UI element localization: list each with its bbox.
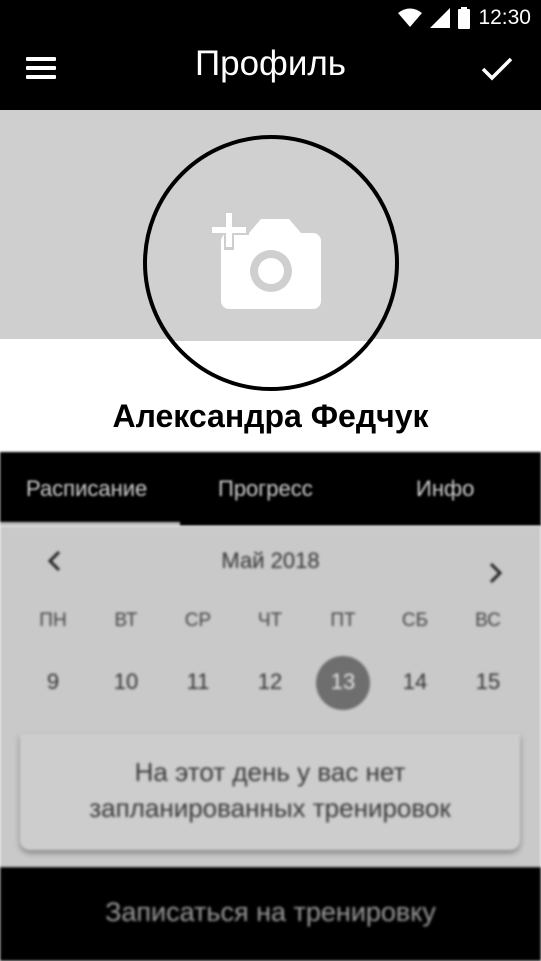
chevron-right-icon[interactable] (484, 560, 506, 586)
weekday-label: СР (184, 610, 212, 631)
weekday-label: ПН (39, 610, 67, 631)
page-title: Профиль (194, 44, 347, 83)
weekday-label: ПТ (330, 610, 356, 631)
status-bar: 12:30 (0, 0, 541, 36)
tab-progress[interactable]: Прогресс (218, 476, 313, 502)
calendar-day[interactable]: 14 (387, 670, 443, 726)
empty-message-line: запланированных тренировок (89, 793, 451, 823)
weekday-label: ВС (475, 610, 501, 631)
wifi-icon (398, 8, 423, 27)
calendar-day[interactable]: 12 (242, 670, 298, 726)
signal-icon (430, 8, 451, 28)
empty-schedule-card: На этот день у вас нет запланированных т… (20, 734, 520, 850)
empty-message-line: На этот день у вас нет (134, 757, 406, 787)
tab-info[interactable]: Инфо (416, 476, 474, 502)
calendar-day-selected[interactable]: 13 (315, 656, 371, 726)
check-icon[interactable] (479, 50, 515, 86)
calendar-day[interactable]: 9 (25, 670, 81, 726)
add-photo-icon (209, 210, 321, 309)
calendar-day[interactable]: 15 (460, 670, 516, 726)
weekday-label: СБ (401, 610, 429, 631)
profile-name: Александра Федчук (112, 398, 429, 434)
status-icons: 12:30 (398, 6, 531, 30)
book-training-label: Записаться на тренировку (105, 897, 436, 927)
weekday-label: ЧТ (257, 610, 283, 631)
weekday-label: ВТ (114, 610, 138, 631)
calendar: Май 2018 ПН ВТ СР ЧТ ПТ СБ ВС 9 10 11 12… (0, 526, 541, 867)
calendar-day[interactable]: 11 (170, 670, 226, 726)
book-training-button[interactable]: Записаться на тренировку (0, 867, 541, 961)
avatar[interactable] (143, 135, 399, 391)
battery-icon (458, 7, 471, 29)
calendar-month: Май 2018 (221, 548, 320, 573)
calendar-day[interactable]: 10 (98, 670, 154, 726)
app-bar: Профиль (0, 36, 541, 110)
tab-bar: Расписание Прогресс Инфо (0, 452, 541, 526)
status-time: 12:30 (478, 6, 531, 29)
empty-schedule-message: На этот день у вас нет запланированных т… (20, 754, 520, 826)
tab-schedule[interactable]: Расписание (26, 476, 147, 502)
